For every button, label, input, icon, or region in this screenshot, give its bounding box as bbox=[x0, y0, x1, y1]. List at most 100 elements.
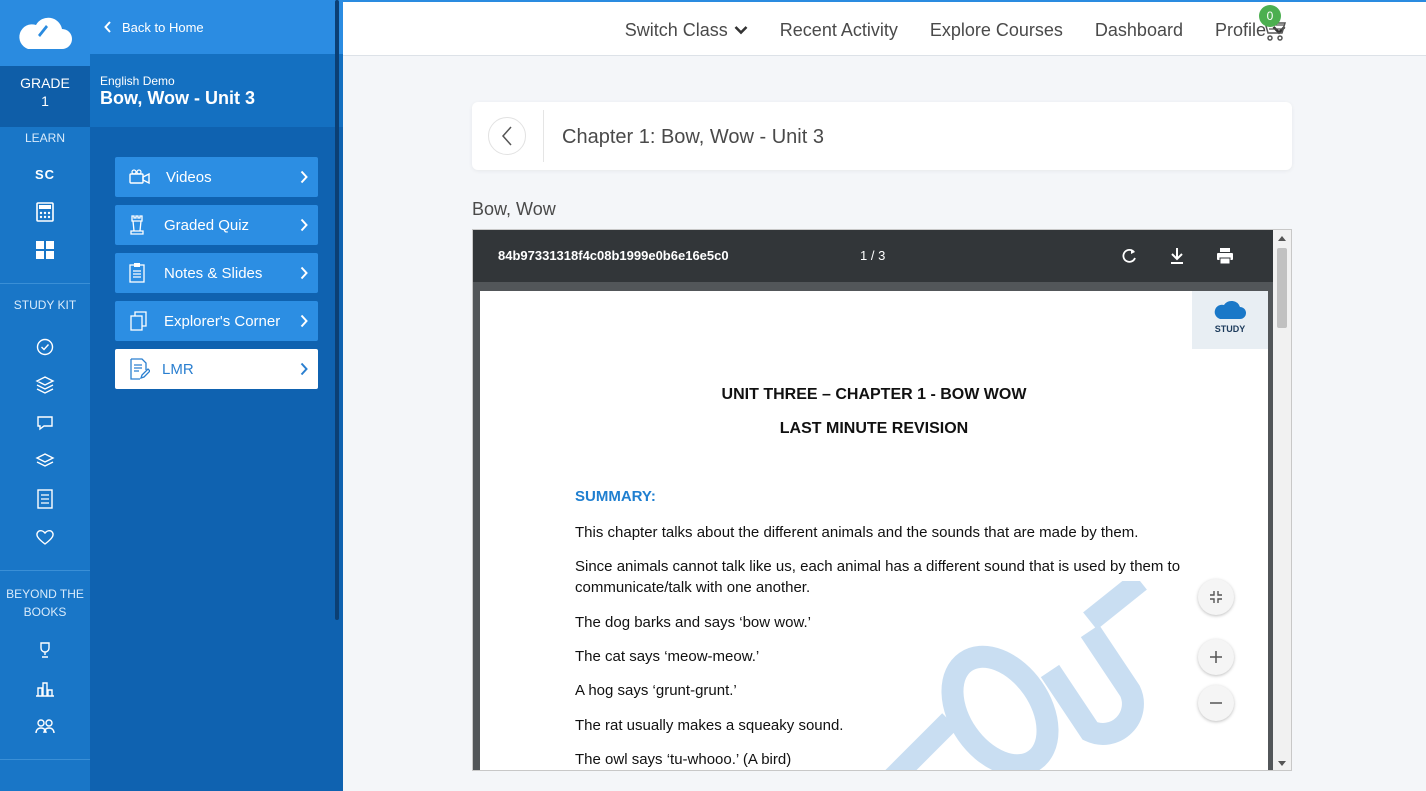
summary-heading: SUMMARY: bbox=[575, 488, 656, 505]
paragraph: The rat usually makes a squeaky sound. bbox=[575, 717, 844, 734]
print-icon[interactable] bbox=[1215, 246, 1235, 266]
rail-item-community[interactable] bbox=[0, 707, 90, 745]
pdf-filename: 84b97331318f4c08b1999e0b6e16e5c0 bbox=[498, 248, 729, 263]
calculator-icon bbox=[36, 202, 54, 222]
menu-item-graded-quiz[interactable]: Graded Quiz bbox=[115, 205, 318, 245]
layers-icon bbox=[35, 376, 55, 394]
chevron-down-icon bbox=[734, 26, 748, 35]
study-kit-label: STUDY KIT bbox=[13, 298, 77, 312]
paragraph: The owl says ‘tu-whooo.’ (A bird) bbox=[575, 751, 792, 768]
logo-text: STUDY bbox=[1214, 324, 1246, 334]
chapter-back-button[interactable] bbox=[488, 117, 526, 155]
course-title: Bow, Wow - Unit 3 bbox=[100, 88, 255, 108]
watermark-image bbox=[885, 581, 1147, 770]
sidebar-scrollbar[interactable] bbox=[335, 0, 339, 620]
menu-item-label: Notes & Slides bbox=[164, 264, 263, 282]
pdf-scrollbar[interactable] bbox=[1273, 230, 1291, 770]
menu-item-lmr[interactable]: LMR bbox=[115, 349, 318, 389]
rail-item-chart[interactable] bbox=[0, 669, 90, 707]
scroll-up-icon bbox=[1278, 236, 1286, 241]
switch-class-label: Switch Class bbox=[624, 19, 728, 40]
rail-item-notes[interactable] bbox=[0, 480, 90, 518]
rail-item-chat[interactable] bbox=[0, 404, 90, 442]
chevron-left-icon bbox=[104, 21, 111, 33]
copy-pages-icon bbox=[130, 311, 147, 331]
rotate-icon[interactable] bbox=[1119, 246, 1139, 266]
divider bbox=[543, 110, 544, 162]
course-menu: Videos Graded Quiz Notes & Slides Explor… bbox=[115, 157, 318, 397]
rail-item-favorites[interactable] bbox=[0, 518, 90, 556]
zoom-out-button[interactable] bbox=[1198, 685, 1234, 721]
menu-item-label: Graded Quiz bbox=[164, 216, 250, 234]
pdf-viewer: 84b97331318f4c08b1999e0b6e16e5c0 1 / 3 S… bbox=[472, 229, 1292, 771]
cart-count-badge: 0 bbox=[1259, 5, 1281, 27]
paragraph: The dog barks and says ‘bow wow.’ bbox=[575, 614, 811, 631]
grade-label: GRADE bbox=[20, 75, 70, 91]
menu-item-label: LMR bbox=[162, 360, 194, 378]
zoom-in-button[interactable] bbox=[1198, 639, 1234, 675]
course-header: English Demo Bow, Wow - Unit 3 bbox=[90, 54, 343, 127]
minus-icon bbox=[1210, 702, 1222, 704]
explore-courses-link[interactable]: Explore Courses bbox=[930, 20, 1063, 41]
beyond-label-line2: BOOKS bbox=[23, 605, 67, 619]
back-to-home-label: Back to Home bbox=[122, 19, 204, 35]
rail-item-math[interactable] bbox=[0, 231, 90, 269]
dashboard-link[interactable]: Dashboard bbox=[1095, 20, 1183, 41]
switch-class-dropdown[interactable]: Switch Class bbox=[625, 20, 748, 41]
edit-document-icon bbox=[130, 358, 150, 380]
document-heading-2: LAST MINUTE REVISION bbox=[779, 420, 969, 437]
beyond-books-label: BEYOND THE BOOKS bbox=[0, 585, 90, 621]
chevron-right-icon bbox=[300, 266, 308, 280]
rail-item-sc[interactable]: SC bbox=[0, 155, 90, 193]
rail-item-calculator[interactable] bbox=[0, 193, 90, 231]
document-heading-1: UNIT THREE – CHAPTER 1 - BOW WOW bbox=[721, 386, 1027, 403]
chevron-right-icon bbox=[300, 218, 308, 232]
course-sidebar: Back to Home English Demo Bow, Wow - Uni… bbox=[90, 0, 343, 791]
chess-rook-icon bbox=[130, 215, 144, 235]
plus-icon bbox=[1210, 651, 1222, 663]
icon-rail: GRADE 1 LEARN SC STUDY KIT BEYOND THE BO… bbox=[0, 0, 90, 791]
rail-item-stack[interactable] bbox=[0, 442, 90, 480]
pdf-page: STUDY UNIT THREE – CHAPTER 1 - BOW WOW L… bbox=[480, 291, 1268, 770]
rail-item-check[interactable] bbox=[0, 328, 90, 366]
recent-activity-link[interactable]: Recent Activity bbox=[780, 20, 898, 41]
notes-icon bbox=[37, 489, 53, 509]
scrollbar-thumb[interactable] bbox=[1277, 248, 1287, 328]
app-logo[interactable] bbox=[0, 0, 90, 66]
back-to-home-link[interactable]: Back to Home bbox=[90, 0, 343, 54]
grade-value: 1 bbox=[41, 93, 49, 109]
menu-item-explorers-corner[interactable]: Explorer's Corner bbox=[115, 301, 318, 341]
menu-item-label: Explorer's Corner bbox=[164, 312, 281, 330]
nav-links: Switch Class Recent Activity Explore Cou… bbox=[593, 2, 1286, 58]
cloud-logo-icon bbox=[19, 17, 72, 49]
collapse-icon bbox=[1210, 591, 1222, 603]
paragraph: This chapter talks about the different a… bbox=[575, 524, 1139, 541]
course-subtitle: English Demo bbox=[100, 74, 175, 88]
document-label: Bow, Wow bbox=[472, 199, 556, 219]
chevron-right-icon bbox=[300, 362, 308, 376]
chevron-left-icon bbox=[501, 126, 512, 146]
trophy-icon bbox=[40, 642, 50, 658]
group-icon bbox=[35, 719, 55, 734]
stack-icon bbox=[35, 453, 55, 467]
rail-item-trophy[interactable] bbox=[0, 631, 90, 669]
rail-item-layers[interactable] bbox=[0, 366, 90, 404]
chevron-right-icon bbox=[300, 314, 308, 328]
math-operations-icon bbox=[36, 241, 54, 259]
paragraph: The cat says ‘meow-meow.’ bbox=[575, 648, 760, 665]
heart-icon bbox=[36, 529, 54, 545]
menu-item-videos[interactable]: Videos bbox=[115, 157, 318, 197]
video-camera-icon bbox=[129, 169, 150, 185]
page-indicator: 1 / 3 bbox=[860, 248, 886, 263]
clipboard-icon bbox=[129, 263, 145, 283]
fit-page-button[interactable] bbox=[1198, 579, 1234, 615]
download-icon[interactable] bbox=[1168, 246, 1186, 266]
scroll-down-icon bbox=[1278, 761, 1286, 766]
study-cloud-logo: STUDY bbox=[1192, 291, 1268, 349]
sc-label: SC bbox=[34, 166, 56, 182]
menu-item-notes-slides[interactable]: Notes & Slides bbox=[115, 253, 318, 293]
bar-chart-icon bbox=[36, 682, 54, 697]
pdf-toolbar: 84b97331318f4c08b1999e0b6e16e5c0 1 / 3 bbox=[473, 230, 1273, 282]
paragraph: Since animals cannot talk like us, each … bbox=[575, 558, 1181, 596]
beyond-label-line1: BEYOND THE bbox=[6, 587, 84, 601]
